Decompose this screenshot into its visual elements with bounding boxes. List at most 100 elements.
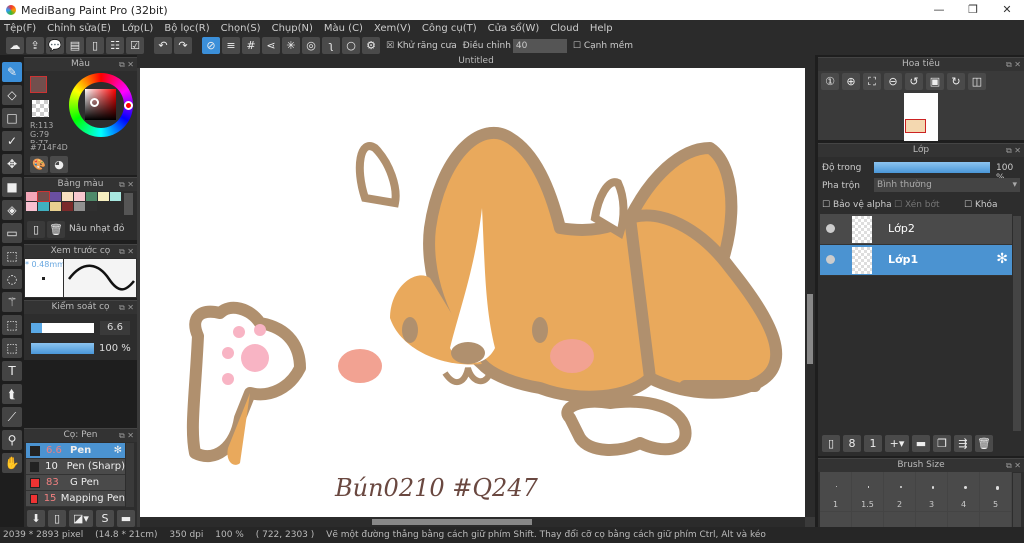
dot-tool-icon[interactable]: ✓ — [2, 131, 22, 151]
curve-snap-icon[interactable]: ʅ — [322, 37, 340, 54]
palette-swatch[interactable] — [62, 192, 73, 201]
menu-edit[interactable]: Chỉnh sửa(E) — [47, 23, 111, 34]
new-layer-icon[interactable]: ▯ — [822, 435, 840, 452]
undo-icon[interactable]: ↶ — [154, 37, 172, 54]
download-brush-icon[interactable]: ⬇ — [27, 510, 45, 527]
antialias-checkbox[interactable]: ☒ Khử răng cưa — [386, 41, 457, 51]
magic-wand-tool-icon[interactable]: ⚚ — [2, 292, 22, 312]
move-tool-icon[interactable]: ✥ — [2, 154, 22, 174]
menu-select[interactable]: Chọn(S) — [221, 23, 261, 34]
cloud-icon[interactable]: ☁ — [6, 37, 24, 54]
protect-alpha-checkbox[interactable]: ☐ Bảo vệ alpha — [822, 200, 892, 210]
palette-swatch[interactable] — [74, 202, 85, 211]
new-color-icon[interactable]: ▯ — [27, 221, 45, 238]
palette-swatch[interactable] — [98, 192, 109, 201]
hand-tool-icon[interactable]: ✋ — [2, 453, 22, 473]
new-8bit-layer-icon[interactable]: 8 — [843, 435, 861, 452]
delete-layer-icon[interactable]: 🗑 — [975, 435, 993, 452]
fill-rect-tool-icon[interactable]: ■ — [2, 177, 22, 197]
delete-color-icon[interactable]: 🗑 — [47, 221, 65, 238]
palette-swatch[interactable] — [37, 191, 50, 202]
brush-tool-icon[interactable]: ✎ — [2, 62, 22, 82]
layer-folder-icon[interactable]: ▬ — [912, 435, 930, 452]
brush-opacity-slider[interactable] — [31, 343, 94, 354]
menu-filter[interactable]: Bộ lọc(R) — [164, 23, 209, 34]
layer-visibility-icon[interactable] — [826, 255, 835, 264]
foreground-color-swatch[interactable] — [30, 76, 47, 93]
color-settings-icon[interactable]: ◕ — [50, 156, 68, 173]
eyedropper-tool-icon[interactable]: ⚲ — [2, 430, 22, 450]
fit-screen-icon[interactable]: ⛶ — [863, 73, 881, 90]
smooth-edge-checkbox[interactable]: ☐ Cạnh mềm — [573, 41, 633, 51]
zoom-actual-icon[interactable]: ① — [821, 73, 839, 90]
menu-snap[interactable]: Chụp(N) — [272, 23, 313, 34]
comment-icon[interactable]: 💬 — [46, 37, 64, 54]
brush-size-value[interactable]: 6.6 — [100, 321, 130, 335]
select-tool-icon[interactable]: ⬚ — [2, 246, 22, 266]
vertical-scrollbar[interactable] — [805, 68, 815, 517]
blend-mode-select[interactable]: Bình thường ▾ — [874, 178, 1020, 192]
brush-list-scrollbar[interactable] — [126, 443, 134, 507]
brush-size-slider[interactable] — [31, 323, 94, 333]
palette-swatch[interactable] — [110, 192, 121, 201]
palette-swatch[interactable] — [86, 192, 97, 201]
palette-icon[interactable]: 🎨 — [30, 156, 48, 173]
duplicate-layer-icon[interactable]: ❐ — [933, 435, 951, 452]
brush-size-preset[interactable]: 4 — [948, 472, 980, 512]
clipping-checkbox[interactable]: ☐ Xén bớt — [894, 200, 940, 210]
layer-visibility-icon[interactable] — [826, 224, 835, 233]
bucket-tool-icon[interactable]: ◈ — [2, 200, 22, 220]
brush-folder-icon[interactable]: ▬ — [117, 510, 135, 527]
reset-rotation-icon[interactable]: ▣ — [926, 73, 944, 90]
menu-file[interactable]: Tệp(F) — [4, 23, 36, 34]
palette-swatch[interactable] — [50, 192, 61, 201]
select-eraser-tool-icon[interactable]: ⬚ — [2, 338, 22, 358]
menu-cloud[interactable]: Cloud — [550, 23, 579, 34]
drawing-canvas[interactable]: Bún0210 #Q247 — [140, 68, 805, 517]
color-wheel[interactable] — [69, 73, 133, 137]
brush-size-preset[interactable]: 1 — [820, 472, 852, 512]
snap-off-icon[interactable]: ⊘ — [202, 37, 220, 54]
zoom-out-icon[interactable]: ⊖ — [884, 73, 902, 90]
message-icon[interactable]: ▤ — [66, 37, 84, 54]
eraser-tool-icon[interactable]: ◇ — [2, 85, 22, 105]
gradient-tool-icon[interactable]: ▭ — [2, 223, 22, 243]
checklist-icon[interactable]: ☑ — [126, 37, 144, 54]
brush-size-scrollbar[interactable] — [1013, 473, 1021, 527]
minimize-button[interactable]: — — [922, 0, 956, 20]
menu-window[interactable]: Cửa sổ(W) — [488, 23, 540, 34]
palette-swatch[interactable] — [62, 202, 73, 211]
zoom-in-icon[interactable]: ⊕ — [842, 73, 860, 90]
new-brush-icon[interactable]: ▯ — [48, 510, 66, 527]
parallel-snap-icon[interactable]: ≡ — [222, 37, 240, 54]
menu-help[interactable]: Help — [590, 23, 613, 34]
divide-tool-icon[interactable]: ⟋ — [2, 407, 22, 427]
palette-swatch[interactable] — [26, 192, 37, 201]
horizontal-scrollbar[interactable] — [140, 517, 805, 527]
grid-snap-icon[interactable]: # — [242, 37, 260, 54]
navigator-thumbnail[interactable] — [904, 93, 938, 141]
layer-item[interactable]: Lớp2 — [820, 214, 1012, 245]
brush-list-item[interactable]: 10 Pen (Sharp) — [26, 459, 125, 475]
menu-tools[interactable]: Công cụ(T) — [422, 23, 477, 34]
brush-list-item[interactable]: 6.6 Pen ✻ — [26, 443, 125, 459]
script-brush-icon[interactable]: S — [96, 510, 114, 527]
text-tool-icon[interactable]: T — [2, 361, 22, 381]
concentric-snap-icon[interactable]: ◎ — [302, 37, 320, 54]
add-layer-menu-icon[interactable]: +▾ — [885, 435, 909, 452]
palette-swatch[interactable] — [50, 202, 61, 211]
merge-layer-icon[interactable]: ⇶ — [954, 435, 972, 452]
layer-list-scrollbar[interactable] — [1013, 216, 1021, 431]
palette-swatch[interactable] — [38, 202, 49, 211]
rectangle-tool-icon[interactable]: □ — [2, 108, 22, 128]
menu-layer[interactable]: Lớp(L) — [122, 23, 153, 34]
select-pen-tool-icon[interactable]: ⬚ — [2, 315, 22, 335]
perspective-snap-icon[interactable]: ⋖ — [262, 37, 280, 54]
lasso-tool-icon[interactable]: ◌ — [2, 269, 22, 289]
rotate-left-icon[interactable]: ↺ — [905, 73, 923, 90]
palette-swatch[interactable] — [86, 202, 97, 211]
menu-view[interactable]: Xem(V) — [374, 23, 411, 34]
palette-swatch[interactable] — [26, 202, 37, 211]
operation-tool-icon[interactable]: ⮬ — [2, 384, 22, 404]
radial-snap-icon[interactable]: ✳ — [282, 37, 300, 54]
